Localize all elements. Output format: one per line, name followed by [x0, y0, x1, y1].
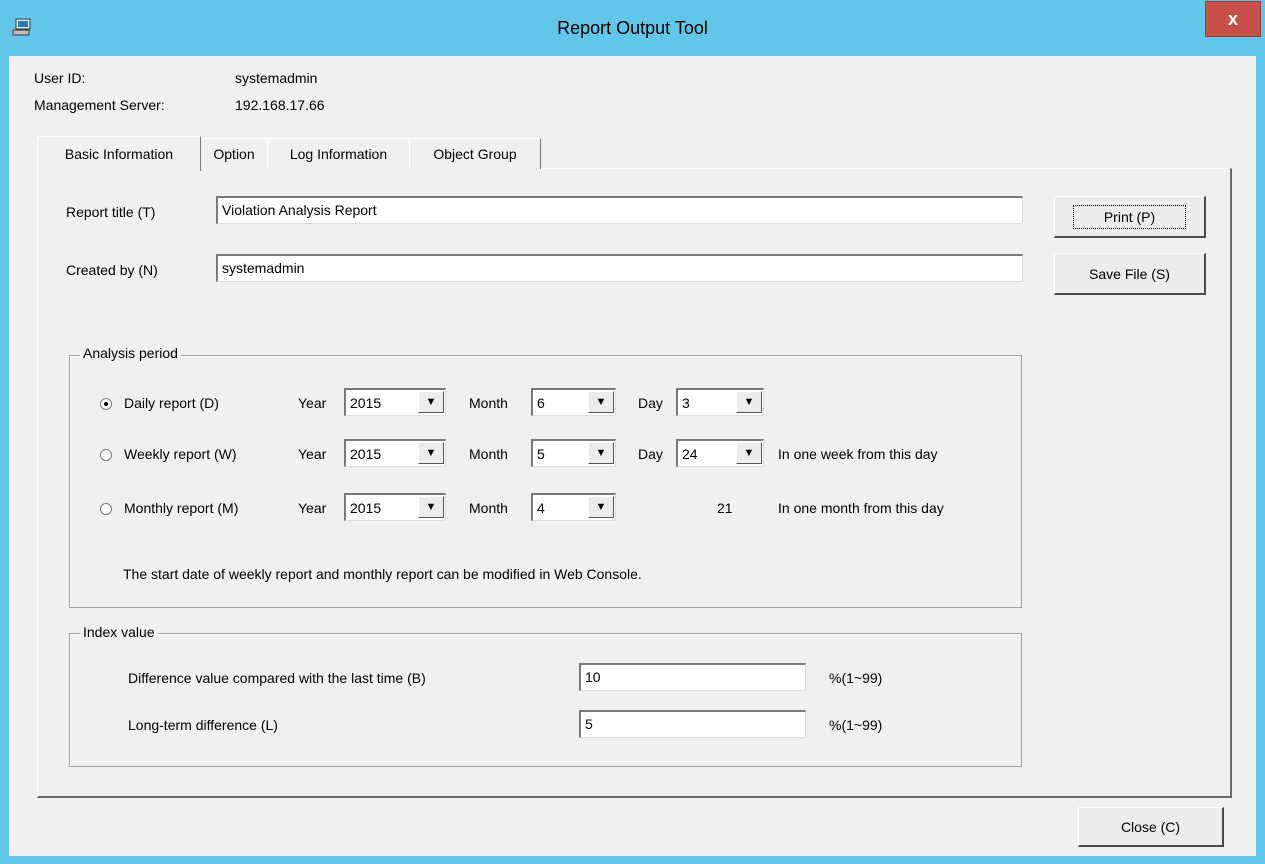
daily-month-value: 6 — [537, 395, 545, 411]
user-id-label: User ID: — [34, 70, 86, 86]
tab-log-information[interactable]: Log Information — [267, 138, 410, 169]
weekly-report-radio[interactable] — [100, 449, 112, 461]
difference-value-range: %(1~99) — [829, 670, 883, 686]
tab-object-group[interactable]: Object Group — [409, 138, 541, 169]
chevron-down-icon[interactable]: ▼ — [736, 391, 762, 413]
monthly-report-label[interactable]: Monthly report (M) — [124, 500, 238, 516]
print-button-label: Print (P) — [1072, 204, 1187, 229]
window-title: Report Output Tool — [557, 18, 708, 38]
created-by-input[interactable]: systemadmin — [216, 254, 1023, 282]
monthly-note: In one month from this day — [778, 500, 944, 516]
chevron-down-icon[interactable]: ▼ — [588, 442, 614, 464]
daily-report-label[interactable]: Daily report (D) — [124, 395, 219, 411]
user-id-value: systemadmin — [235, 70, 318, 86]
monthly-day-text: 21 — [717, 500, 733, 516]
analysis-period-title: Analysis period — [80, 345, 181, 361]
chevron-down-icon[interactable]: ▼ — [588, 391, 614, 413]
chevron-down-icon[interactable]: ▼ — [418, 442, 444, 464]
window-close-button[interactable]: x — [1205, 1, 1261, 37]
daily-month-label: Month — [469, 395, 508, 411]
report-output-tool-window: Report Output Tool x User ID: systemadmi… — [0, 0, 1265, 864]
monthly-year-value: 2015 — [350, 500, 382, 516]
daily-year-label: Year — [298, 395, 327, 411]
weekly-month-value: 5 — [537, 446, 545, 462]
monthly-month-select[interactable]: 4 ▼ — [531, 493, 616, 521]
daily-year-select[interactable]: 2015 ▼ — [344, 388, 446, 416]
save-file-button[interactable]: Save File (S) — [1054, 253, 1206, 295]
title-bar[interactable]: Report Output Tool x — [0, 0, 1265, 56]
index-value-title: Index value — [80, 624, 158, 640]
long-term-difference-input[interactable]: 5 — [579, 710, 806, 738]
weekly-year-value: 2015 — [350, 446, 382, 462]
weekly-year-label: Year — [298, 446, 327, 462]
weekly-note: In one week from this day — [778, 446, 938, 462]
difference-value-label: Difference value compared with the last … — [128, 670, 426, 686]
chevron-down-icon[interactable]: ▼ — [418, 391, 444, 413]
monthly-year-select[interactable]: 2015 ▼ — [344, 493, 446, 521]
report-title-input[interactable]: Violation Analysis Report — [216, 196, 1023, 224]
weekly-report-label[interactable]: Weekly report (W) — [124, 446, 237, 462]
close-button[interactable]: Close (C) — [1078, 807, 1224, 847]
daily-day-value: 3 — [682, 395, 690, 411]
chevron-down-icon[interactable]: ▼ — [418, 496, 444, 518]
daily-day-select[interactable]: 3 ▼ — [676, 388, 764, 416]
daily-year-value: 2015 — [350, 395, 382, 411]
weekly-month-select[interactable]: 5 ▼ — [531, 439, 616, 467]
daily-month-select[interactable]: 6 ▼ — [531, 388, 616, 416]
difference-value-input[interactable]: 10 — [579, 663, 806, 691]
monthly-year-label: Year — [298, 500, 327, 516]
daily-day-label: Day — [638, 395, 663, 411]
created-by-label: Created by (N) — [66, 262, 158, 278]
monthly-report-radio[interactable] — [100, 503, 112, 515]
monthly-month-value: 4 — [537, 500, 545, 516]
report-title-label: Report title (T) — [66, 204, 156, 220]
monthly-month-label: Month — [469, 500, 508, 516]
management-server-value: 192.168.17.66 — [235, 97, 325, 113]
daily-report-radio[interactable] — [100, 398, 112, 410]
weekly-day-value: 24 — [682, 446, 698, 462]
print-button[interactable]: Print (P) — [1054, 196, 1206, 238]
tab-basic-information[interactable]: Basic Information — [37, 136, 201, 171]
long-term-difference-range: %(1~99) — [829, 717, 883, 733]
management-server-label: Management Server: — [34, 97, 165, 113]
weekly-month-label: Month — [469, 446, 508, 462]
weekly-day-select[interactable]: 24 ▼ — [676, 439, 764, 467]
tab-option[interactable]: Option — [200, 138, 268, 169]
weekly-year-select[interactable]: 2015 ▼ — [344, 439, 446, 467]
chevron-down-icon[interactable]: ▼ — [736, 442, 762, 464]
long-term-difference-label: Long-term difference (L) — [128, 717, 278, 733]
analysis-footnote: The start date of weekly report and mont… — [123, 566, 642, 582]
index-value-group — [69, 633, 1022, 767]
weekly-day-label: Day — [638, 446, 663, 462]
chevron-down-icon[interactable]: ▼ — [588, 496, 614, 518]
